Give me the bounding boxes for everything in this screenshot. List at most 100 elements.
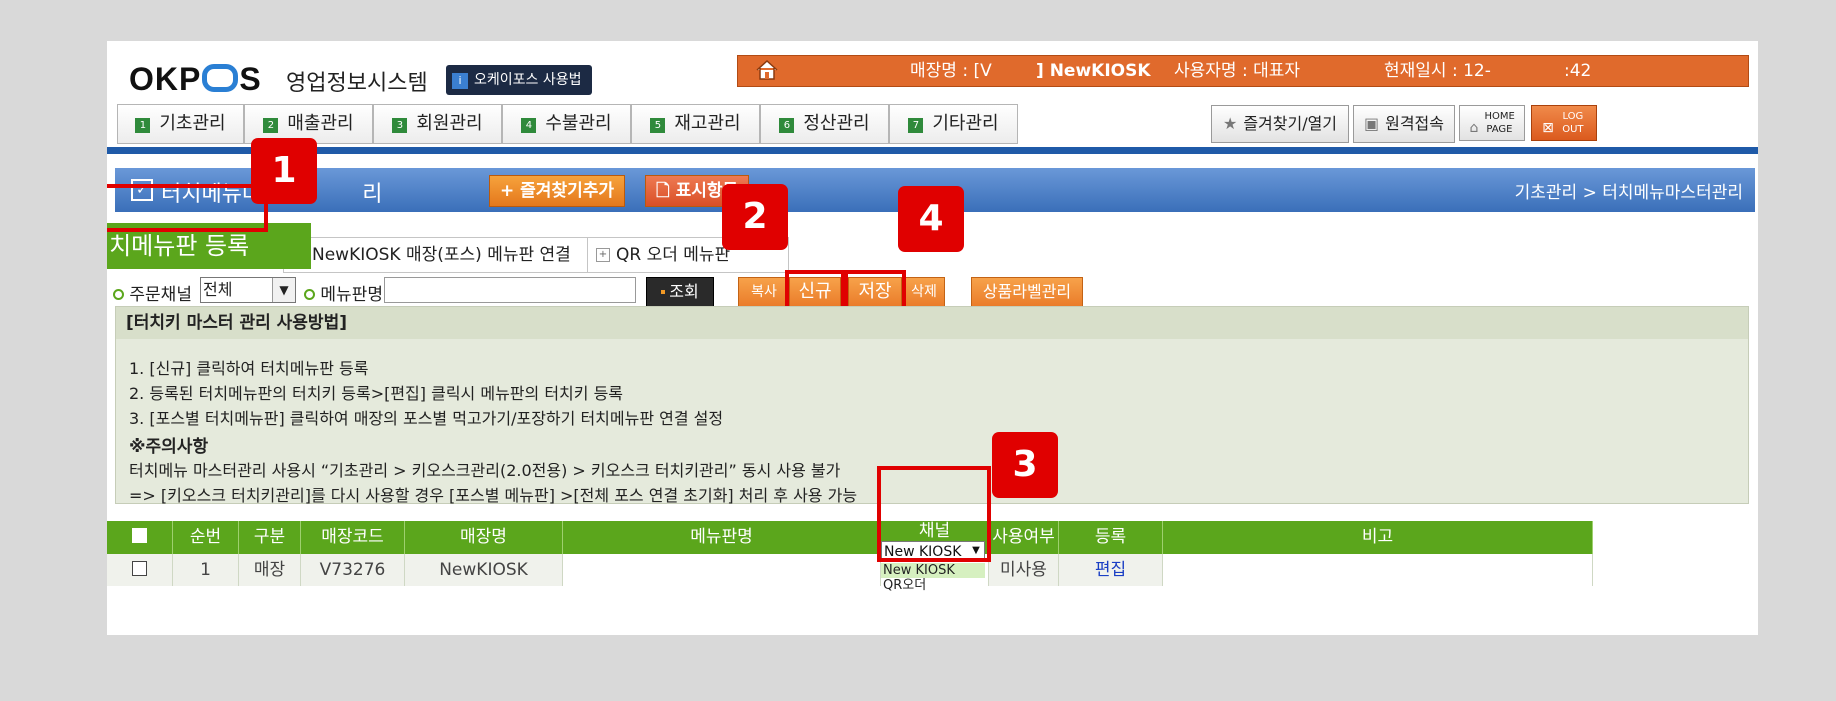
add-favorite-button[interactable]: + 즐겨찾기추가 bbox=[489, 175, 626, 207]
checkbox[interactable] bbox=[132, 528, 147, 543]
menu-tab-inventory[interactable]: 5 재고관리 bbox=[631, 104, 760, 144]
datetime-label: 현재일시 : 12- bbox=[1384, 61, 1491, 81]
info-bar: 매장명 : [V ] NewKIOSK 사용자명 : 대표자 현재일시 : 12… bbox=[737, 55, 1749, 87]
callout-badge-2: 2 bbox=[722, 184, 788, 250]
header-store-code: 매장코드 bbox=[301, 521, 405, 554]
menu-tab-label: 기타관리 bbox=[932, 113, 999, 134]
plus-icon: + bbox=[500, 181, 521, 201]
guide-link[interactable]: i 오케이포스 사용법 bbox=[446, 65, 592, 95]
row-use: 미사용 bbox=[989, 554, 1059, 586]
delete-label: 삭제 bbox=[911, 284, 937, 300]
callout-box-3 bbox=[877, 466, 991, 562]
row-type: 매장 bbox=[239, 554, 301, 586]
header-note: 비고 bbox=[1163, 521, 1593, 554]
menu-label-text: 메뉴판명 bbox=[320, 285, 383, 305]
caution-line: => [키오스크 터치키관리]를 다시 사용할 경우 [포스별 메뉴판] >[전… bbox=[129, 486, 858, 505]
add-favorite-label: 즐겨찾기추가 bbox=[520, 181, 615, 201]
menu-tab-etc[interactable]: 7 기타관리 bbox=[889, 104, 1018, 144]
channel-filter-label: 주문채널 bbox=[113, 280, 192, 305]
menu-tab-basic[interactable]: 1 기초관리 bbox=[117, 104, 244, 144]
menu-num-icon: 1 bbox=[135, 118, 151, 133]
menu-name-label: 메뉴판명 bbox=[304, 280, 383, 305]
store-name: ] NewKIOSK bbox=[1036, 61, 1151, 81]
search-button[interactable]: 조회 bbox=[646, 277, 714, 307]
row-note bbox=[1163, 554, 1593, 586]
bullet-icon bbox=[113, 289, 124, 300]
remote-icon: ▣ bbox=[1363, 114, 1380, 133]
datetime-tail: :42 bbox=[1564, 61, 1592, 81]
remote-label: 원격접속 bbox=[1385, 114, 1444, 133]
menu-divider bbox=[107, 147, 1758, 154]
row-seq: 1 bbox=[173, 554, 239, 586]
breadcrumb: 기초관리 > 터치메뉴마스터관리 bbox=[1514, 183, 1743, 203]
channel-select-value: 전체 bbox=[203, 280, 233, 299]
chevron-down-icon: ▼ bbox=[272, 278, 295, 302]
caution-heading: ※주의사항 bbox=[129, 437, 209, 457]
header-use: 사용여부 bbox=[989, 521, 1059, 554]
instruction-line: 2. 등록된 터치메뉴판의 터치키 등록>[편집] 클릭시 메뉴판의 터치키 등… bbox=[129, 384, 624, 403]
remote-access-button[interactable]: ▣ 원격접속 bbox=[1353, 105, 1455, 143]
plus-icon: + bbox=[596, 248, 610, 262]
menu-num-icon: 5 bbox=[650, 118, 666, 133]
caution-line: 터치메뉴 마스터관리 사용시 “기초관리 > 키오스크관리(2.0전용) > 키… bbox=[129, 461, 841, 480]
document-icon: 🗋 bbox=[656, 181, 676, 201]
header-seq: 순번 bbox=[173, 521, 239, 554]
channel-option[interactable]: New KIOSK bbox=[881, 563, 985, 578]
delete-button[interactable]: 삭제 bbox=[903, 277, 945, 307]
info-icon: i bbox=[452, 73, 468, 89]
header-register: 등록 bbox=[1059, 521, 1163, 554]
menu-tab-settlement[interactable]: 6 정산관리 bbox=[760, 104, 889, 144]
callout-box-1 bbox=[107, 184, 268, 232]
tab-label: 터치메뉴판 등록 bbox=[107, 232, 250, 260]
callout-badge-3: 3 bbox=[992, 432, 1058, 498]
row-menu-name[interactable] bbox=[563, 554, 881, 586]
menu-tab-supply[interactable]: 4 수불관리 bbox=[502, 104, 631, 144]
row-store-code: V73276 bbox=[301, 554, 405, 586]
user-label: 사용자명 : 대표자 bbox=[1174, 61, 1301, 81]
checkbox[interactable] bbox=[132, 561, 147, 576]
channel-option[interactable]: QR오더 bbox=[881, 578, 985, 593]
menu-tab-label: 매출관리 bbox=[287, 113, 354, 134]
instruction-line: 1. [신규] 클릭하여 터치메뉴판 등록 bbox=[129, 359, 369, 378]
row-checkbox-cell[interactable] bbox=[107, 554, 173, 586]
menu-tab-label: 회원관리 bbox=[416, 113, 483, 134]
menu-num-icon: 2 bbox=[263, 118, 279, 133]
house-icon: ⌂ bbox=[1469, 120, 1479, 136]
channel-select[interactable]: 전체 ▼ bbox=[200, 277, 296, 303]
page-title-tail: 리 bbox=[362, 182, 383, 207]
header-type: 구분 bbox=[239, 521, 301, 554]
menu-num-icon: 6 bbox=[779, 118, 795, 133]
menu-num-icon: 3 bbox=[392, 118, 408, 133]
header-select-all[interactable] bbox=[107, 521, 173, 554]
okpos-logo: OKP S bbox=[129, 61, 262, 97]
row-store-name: NewKIOSK bbox=[405, 554, 563, 586]
star-icon: ★ bbox=[1222, 114, 1238, 133]
bullet-icon bbox=[661, 290, 666, 294]
menu-tab-members[interactable]: 3 회원관리 bbox=[373, 104, 502, 144]
table-header: 순번 구분 매장코드 매장명 메뉴판명 채널 사용여부 등록 비고 bbox=[107, 521, 1593, 554]
copy-button[interactable]: 복사 bbox=[738, 277, 790, 307]
copy-label: 복사 bbox=[751, 284, 777, 300]
close-icon: ⊠ bbox=[1542, 120, 1554, 136]
tab-kiosk-menu-link[interactable]: +NewKIOSK 매장(포스) 메뉴판 연결 bbox=[283, 237, 605, 273]
homepage-button[interactable]: ⌂ HOME PAGE bbox=[1459, 105, 1525, 141]
system-name: 영업정보시스템 bbox=[286, 71, 428, 96]
menu-tab-label: 재고관리 bbox=[674, 113, 741, 134]
logout-button[interactable]: ⊠ LOG OUT bbox=[1531, 105, 1597, 141]
callout-badge-4: 4 bbox=[898, 186, 964, 252]
row-edit-link[interactable]: 편집 bbox=[1059, 554, 1163, 586]
store-label: 매장명 : [V bbox=[910, 61, 992, 81]
bullet-icon bbox=[304, 289, 315, 300]
channel-label-text: 주문채널 bbox=[129, 285, 192, 305]
menu-tab-label: 정산관리 bbox=[803, 113, 870, 134]
header-menu-name: 메뉴판명 bbox=[563, 521, 881, 554]
menu-name-input[interactable] bbox=[384, 277, 636, 303]
home-icon[interactable] bbox=[754, 58, 780, 82]
product-label-text: 상품라벨관리 bbox=[982, 282, 1072, 301]
logout-label: LOG OUT bbox=[1562, 111, 1584, 135]
product-label-button[interactable]: 상품라벨관리 bbox=[971, 277, 1083, 307]
callout-badge-1: 1 bbox=[251, 138, 317, 204]
guide-label: 오케이포스 사용법 bbox=[474, 72, 582, 88]
favorites-button[interactable]: ★ 즐겨찾기/열기 bbox=[1211, 105, 1349, 143]
menu-tab-label: 수불관리 bbox=[545, 113, 612, 134]
